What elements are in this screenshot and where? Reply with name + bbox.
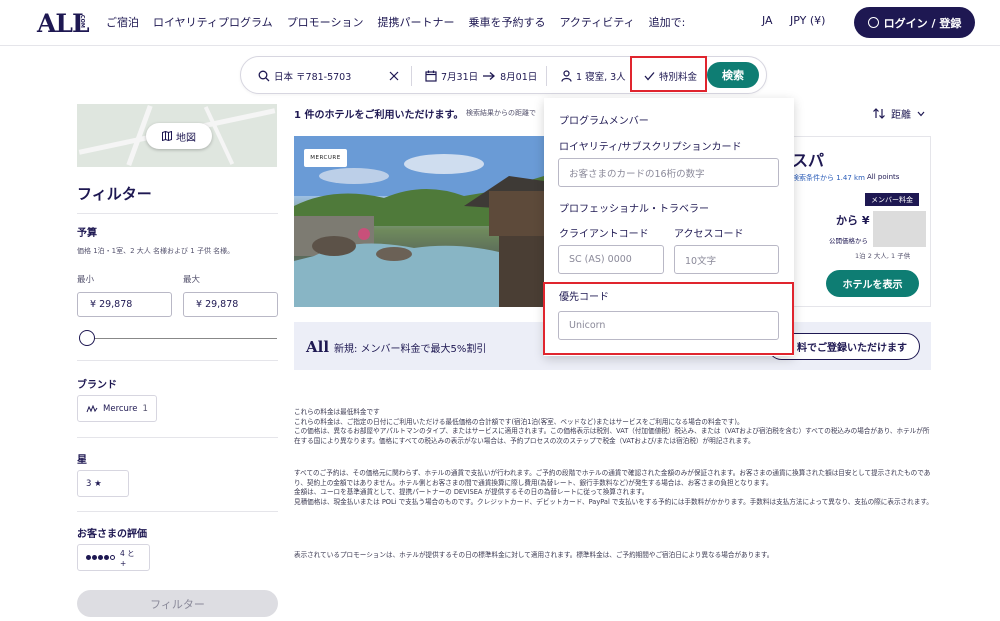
price-slider-track[interactable]	[90, 338, 277, 339]
disclaimer-currency: すべてのご予約は、その価格元に関わらず、ホテルの通貨で支払いが行われます。ご予約…	[294, 469, 933, 506]
person-icon	[561, 70, 572, 82]
rating-chip[interactable]: 4 と +	[77, 544, 150, 571]
nav-rides[interactable]: 乗車を予約する	[468, 14, 545, 30]
separator	[411, 66, 412, 86]
divider	[77, 213, 278, 214]
budget-heading: 予算	[77, 228, 97, 239]
guests-value: 1 寝室, 3人	[576, 72, 626, 83]
sort-dropdown[interactable]: 距離	[873, 106, 925, 121]
max-price-input[interactable]: ¥ 29,878	[183, 292, 278, 317]
price-slider-handle[interactable]	[79, 330, 95, 346]
professional-traveler-heading: プロフェッショナル・トラベラー	[559, 204, 709, 215]
nav-activities[interactable]: アクティビティ	[559, 14, 634, 30]
map-icon	[162, 131, 172, 141]
rating-chip-label: 4 と +	[120, 548, 135, 568]
apply-filter-button[interactable]: フィルター	[77, 590, 278, 617]
rating-heading: お客さまの評価	[77, 529, 147, 540]
view-hotel-button[interactable]: ホテルを表示	[826, 270, 919, 297]
member-rate-badge: メンバー料金	[865, 193, 919, 206]
sort-label: 距離	[891, 110, 911, 121]
clear-destination-button[interactable]	[389, 57, 399, 95]
all-points-badge: All points	[867, 173, 900, 181]
brand-chip-count: 1	[142, 403, 148, 414]
nav-stays[interactable]: ご宿泊	[106, 14, 139, 30]
map-button-label: 地図	[176, 132, 196, 144]
separator	[546, 66, 547, 86]
max-label: 最大	[183, 275, 201, 285]
date-field[interactable]: 7月31日 8月01日	[425, 57, 537, 95]
arrow-right-icon	[483, 72, 496, 80]
map-button[interactable]: 地図	[146, 123, 212, 149]
promo-text: 新規: メンバー料金で最大5%割引	[334, 344, 487, 355]
results-subtext: 検索結果からの距離で	[466, 109, 536, 117]
chevron-down-icon	[917, 111, 925, 116]
user-icon	[867, 17, 879, 28]
currency-selector[interactable]: JPY (¥)	[790, 14, 825, 27]
filter-heading: フィルター	[77, 185, 152, 203]
access-code-label: アクセスコード	[674, 229, 744, 240]
loyalty-card-input[interactable]: お客さまのカードの16桁の数字	[558, 158, 779, 187]
hotel-name[interactable]: スパ	[792, 147, 824, 171]
language-selector[interactable]: JA	[762, 14, 773, 27]
brand-heading: ブランド	[77, 380, 117, 391]
disclaimer-promotions: 表示されているプロモーションは、ホテルが提供するその日の標準料金に対して適用され…	[294, 551, 774, 559]
promo-logo: All	[306, 338, 330, 356]
nav-more[interactable]: 追加で:	[649, 14, 686, 30]
disclaimer-rates: これらの料金は最低料金です これらの料金は、ご指定の日付にご利用いただける最低価…	[294, 408, 930, 445]
min-price-input[interactable]: ¥ 29,878	[77, 292, 172, 317]
program-member-heading: プログラムメンバー	[559, 116, 649, 127]
nav-loyalty[interactable]: ロイヤリティプログラム	[153, 14, 273, 30]
hotel-distance: 検索条件から 1.47 km	[792, 174, 865, 182]
nights-guests-note: 1泊 2 大人, 1 子供	[855, 252, 911, 260]
calendar-icon	[425, 70, 437, 82]
top-header: ALL .COM ご宿泊 ロイヤリティプログラム プロモーション 提携パートナー …	[0, 0, 1000, 46]
login-button[interactable]: ログイン / 登録	[854, 7, 975, 38]
loyalty-card-label: ロイヤリティ/サブスクリプションカード	[559, 142, 742, 153]
client-code-label: クライアントコード	[559, 229, 649, 240]
search-button[interactable]: 検索	[707, 62, 759, 88]
nav-partners[interactable]: 提携パートナー	[377, 14, 454, 30]
price-placeholder	[873, 211, 926, 247]
min-label: 最小	[77, 275, 95, 285]
divider	[77, 511, 278, 512]
brand-chip-label: Mercure	[103, 403, 138, 414]
checkout-value: 8月01日	[500, 72, 538, 83]
brand-chip-mercure[interactable]: Mercure 1	[77, 395, 157, 422]
client-code-input[interactable]: SC (AS) 0000	[558, 245, 664, 274]
stars-chip-3[interactable]: 3 ★	[77, 470, 129, 497]
close-icon	[389, 71, 399, 81]
rating-dots-icon	[86, 555, 115, 560]
divider	[77, 437, 278, 438]
sort-arrows-icon	[873, 108, 885, 119]
nav-promotions[interactable]: プロモーション	[287, 14, 364, 30]
checkin-value: 7月31日	[441, 72, 479, 83]
search-icon	[258, 70, 270, 82]
from-price-label: から ¥	[836, 214, 870, 227]
destination-value: 日本 〒781-5703	[274, 72, 352, 83]
special-rate-highlight	[630, 56, 707, 92]
access-code-input[interactable]: 10文字	[674, 245, 779, 274]
priority-code-highlight	[543, 282, 794, 355]
results-count: 1 件のホテルをご利用いただけます。	[294, 110, 464, 121]
main-nav: ご宿泊 ロイヤリティプログラム プロモーション 提携パートナー 乗車を予約する …	[106, 14, 699, 30]
hotel-brand-badge: MERCURE	[304, 149, 347, 167]
login-label: ログイン / 登録	[883, 16, 962, 30]
public-price-label: 公開価格から	[829, 237, 868, 245]
all-logo[interactable]: ALL .COM	[37, 9, 90, 38]
destination-field[interactable]: 日本 〒781-5703	[258, 57, 351, 95]
guests-field[interactable]: 1 寝室, 3人	[561, 57, 626, 95]
stars-heading: 星	[77, 455, 87, 466]
mercure-logo-icon	[86, 404, 98, 412]
logo-suffix: .COM	[79, 13, 85, 28]
divider	[77, 360, 278, 361]
budget-note: 価格 1泊・1室、2 大人 名様および 1 子供 名様。	[77, 247, 235, 255]
